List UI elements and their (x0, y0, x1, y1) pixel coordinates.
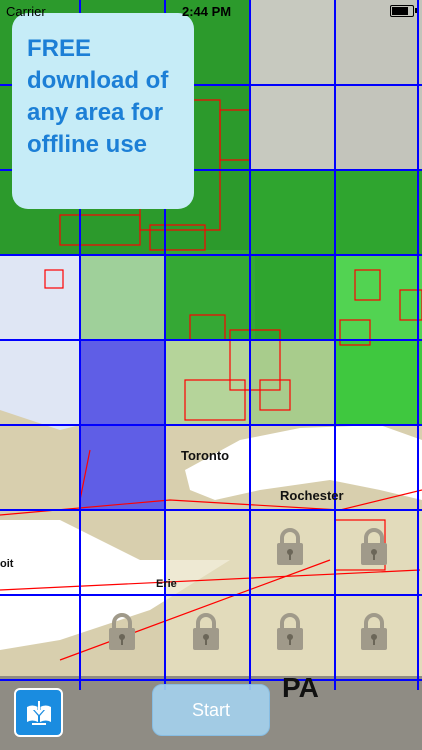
label-toronto: Toronto (181, 448, 229, 463)
label-detroit: oit (0, 558, 14, 570)
forest-area-center (165, 250, 255, 340)
map-screen: Toronto Rochester Erie oit PA Carrier 2:… (0, 0, 422, 750)
tile-midland (165, 340, 250, 425)
promo-text: FREE download of any area for offline us… (27, 35, 169, 158)
start-button[interactable]: Start (152, 684, 270, 736)
battery-icon (390, 5, 417, 17)
bottom-toolbar: Start (0, 676, 422, 750)
tile-peterborough (250, 340, 335, 425)
download-button[interactable] (14, 688, 63, 737)
battery-level-fill (392, 7, 409, 15)
download-icon (26, 700, 51, 725)
bruce-area (80, 255, 165, 340)
lake-huron (0, 255, 80, 430)
label-rochester: Rochester (280, 488, 344, 503)
promo-card: FREE download of any area for offline us… (12, 13, 194, 209)
label-erie: Erie (156, 578, 177, 590)
carrier-label: Carrier (6, 4, 46, 19)
status-time: 2:44 PM (182, 4, 232, 19)
bright-green-area-2 (335, 340, 422, 425)
status-bar: Carrier 2:44 PM (0, 0, 422, 24)
